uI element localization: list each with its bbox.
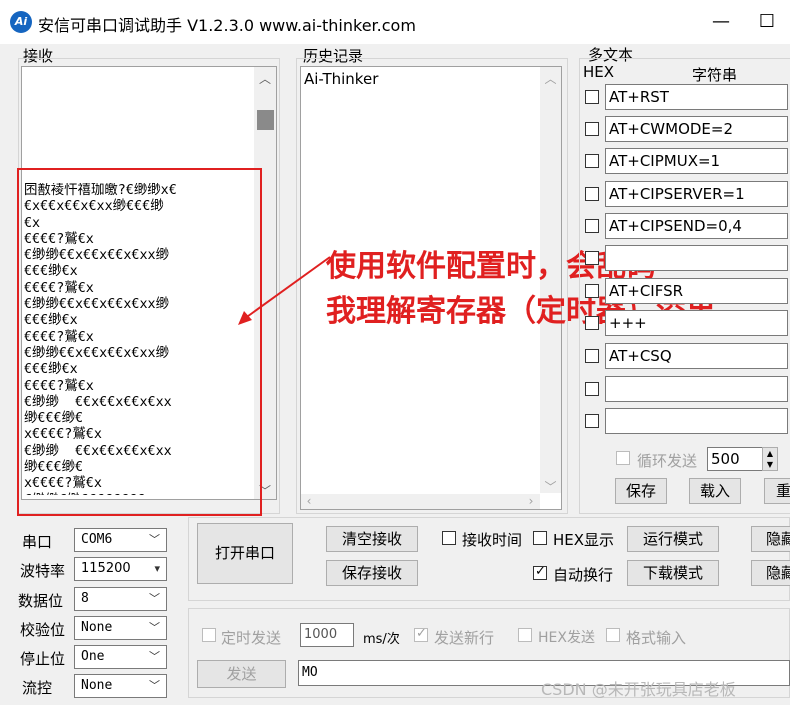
auto-wrap-label: 自动换行 xyxy=(553,566,614,584)
maximize-button[interactable]: ☐ xyxy=(752,10,782,34)
port-label: 串口 xyxy=(22,533,53,551)
multi-text-field-1[interactable]: AT+RST xyxy=(605,84,788,110)
receive-time-checkbox[interactable] xyxy=(442,531,456,545)
history-scroll-right-icon[interactable]: › xyxy=(524,494,538,508)
interval-input[interactable]: 1000 xyxy=(300,623,354,647)
chevron-down-icon: ﹀ xyxy=(149,533,160,546)
load-multi-button[interactable]: 载入 xyxy=(689,478,741,504)
receive-scroll-thumb[interactable] xyxy=(257,110,274,130)
timed-send-checkbox[interactable] xyxy=(202,628,216,642)
send-button[interactable]: 发送 xyxy=(197,660,286,688)
history-scroll-up-icon[interactable]: ︿ xyxy=(540,70,561,87)
run-mode-button[interactable]: 运行模式 xyxy=(627,526,719,552)
multi-text-field-8[interactable]: +++ xyxy=(605,310,788,336)
hide-button-2[interactable]: 隐藏 xyxy=(751,560,790,586)
annotation-red-box xyxy=(17,168,262,516)
loop-interval-spinner[interactable]: ▲ ▼ xyxy=(762,447,778,471)
hex-send-checkbox[interactable] xyxy=(518,628,532,642)
dropdown-arrow-icon: ▾ xyxy=(154,562,160,575)
history-scroll-down-icon[interactable]: ﹀ xyxy=(540,478,561,495)
csdn-watermark: CSDN @未开张玩具店老板 xyxy=(541,680,736,699)
app-logo-icon: Ai xyxy=(10,11,32,33)
data-bits-select[interactable]: 8 ﹀ xyxy=(74,587,167,611)
multi-hex-checkbox-1[interactable] xyxy=(585,90,599,104)
stop-bits-select[interactable]: One ﹀ xyxy=(74,645,167,669)
multi-hex-checkbox-2[interactable] xyxy=(585,122,599,136)
hex-display-label: HEX显示 xyxy=(553,531,615,549)
loop-send-label: 循环发送 xyxy=(637,452,698,470)
string-column-label: 字符串 xyxy=(692,66,738,84)
multi-text-field-7[interactable]: AT+CIFSR xyxy=(605,278,788,304)
annotation-arrow-icon xyxy=(238,256,331,325)
chevron-down-icon: ﹀ xyxy=(149,592,160,605)
multi-hex-checkbox-6[interactable] xyxy=(585,251,599,265)
port-select[interactable]: COM6 ﹀ xyxy=(74,528,167,552)
multi-text-field-2[interactable]: AT+CWMODE=2 xyxy=(605,116,788,142)
save-receive-button[interactable]: 保存接收 xyxy=(326,560,418,586)
multi-text-field-10[interactable] xyxy=(605,376,788,402)
baud-label: 波特率 xyxy=(20,562,66,580)
data-bits-label: 数据位 xyxy=(18,592,64,610)
multi-text-field-5[interactable]: AT+CIPSEND=0,4 xyxy=(605,213,788,239)
multi-hex-checkbox-7[interactable] xyxy=(585,284,599,298)
open-port-button[interactable]: 打开串口 xyxy=(197,523,293,584)
multi-hex-checkbox-9[interactable] xyxy=(585,349,599,363)
history-item[interactable]: Ai-Thinker xyxy=(304,70,378,88)
save-multi-button[interactable]: 保存 xyxy=(615,478,667,504)
parity-select[interactable]: None ﹀ xyxy=(74,616,167,640)
multi-hex-checkbox-11[interactable] xyxy=(585,414,599,428)
chevron-down-icon: ﹀ xyxy=(149,679,160,692)
clear-receive-button[interactable]: 清空接收 xyxy=(326,526,418,552)
interval-unit-label: ms/次 xyxy=(363,632,400,647)
timed-send-label: 定时发送 xyxy=(221,629,282,647)
chevron-down-icon: ﹀ xyxy=(149,621,160,634)
multi-text-field-9[interactable]: AT+CSQ xyxy=(605,343,788,369)
multi-hex-checkbox-4[interactable] xyxy=(585,187,599,201)
format-input-label: 格式输入 xyxy=(626,629,687,647)
hide-button-1[interactable]: 隐藏 xyxy=(751,526,790,552)
window-title: 安信可串口调试助手 V1.2.3.0 www.ai-thinker.com xyxy=(38,16,416,35)
flow-control-select[interactable]: None ﹀ xyxy=(74,674,167,698)
baud-select[interactable]: 115200 ▾ xyxy=(74,557,167,581)
multi-text-field-3[interactable]: AT+CIPMUX=1 xyxy=(605,148,788,174)
multi-hex-checkbox-10[interactable] xyxy=(585,382,599,396)
reset-multi-button[interactable]: 重 xyxy=(764,478,790,504)
stop-bits-label: 停止位 xyxy=(20,650,66,668)
hex-column-label: HEX xyxy=(583,63,615,81)
parity-label: 校验位 xyxy=(20,621,66,639)
multi-text-field-4[interactable]: AT+CIPSERVER=1 xyxy=(605,181,788,207)
download-mode-button[interactable]: 下载模式 xyxy=(627,560,719,586)
flow-control-label: 流控 xyxy=(22,679,53,697)
multi-hex-checkbox-3[interactable] xyxy=(585,154,599,168)
history-scroll-left-icon[interactable]: ‹ xyxy=(302,494,316,508)
history-hscrollbar[interactable] xyxy=(301,494,540,509)
send-newline-checkbox[interactable] xyxy=(414,626,428,642)
format-input-checkbox[interactable] xyxy=(606,628,620,642)
hex-display-checkbox[interactable] xyxy=(533,531,547,545)
hex-send-label: HEX发送 xyxy=(538,630,595,646)
multi-hex-checkbox-8[interactable] xyxy=(585,316,599,330)
loop-send-checkbox[interactable] xyxy=(616,451,630,465)
send-newline-label: 发送新行 xyxy=(434,629,495,647)
auto-wrap-checkbox[interactable] xyxy=(533,564,547,580)
receive-time-label: 接收时间 xyxy=(462,531,523,549)
multi-text-field-6[interactable] xyxy=(605,245,788,271)
minimize-button[interactable]: — xyxy=(706,10,736,34)
scroll-up-icon[interactable]: ︿ xyxy=(254,70,276,87)
multi-hex-checkbox-5[interactable] xyxy=(585,219,599,233)
multi-text-field-11[interactable] xyxy=(605,408,788,434)
loop-interval-input[interactable]: 500 xyxy=(707,447,763,471)
chevron-down-icon: ﹀ xyxy=(149,650,160,663)
